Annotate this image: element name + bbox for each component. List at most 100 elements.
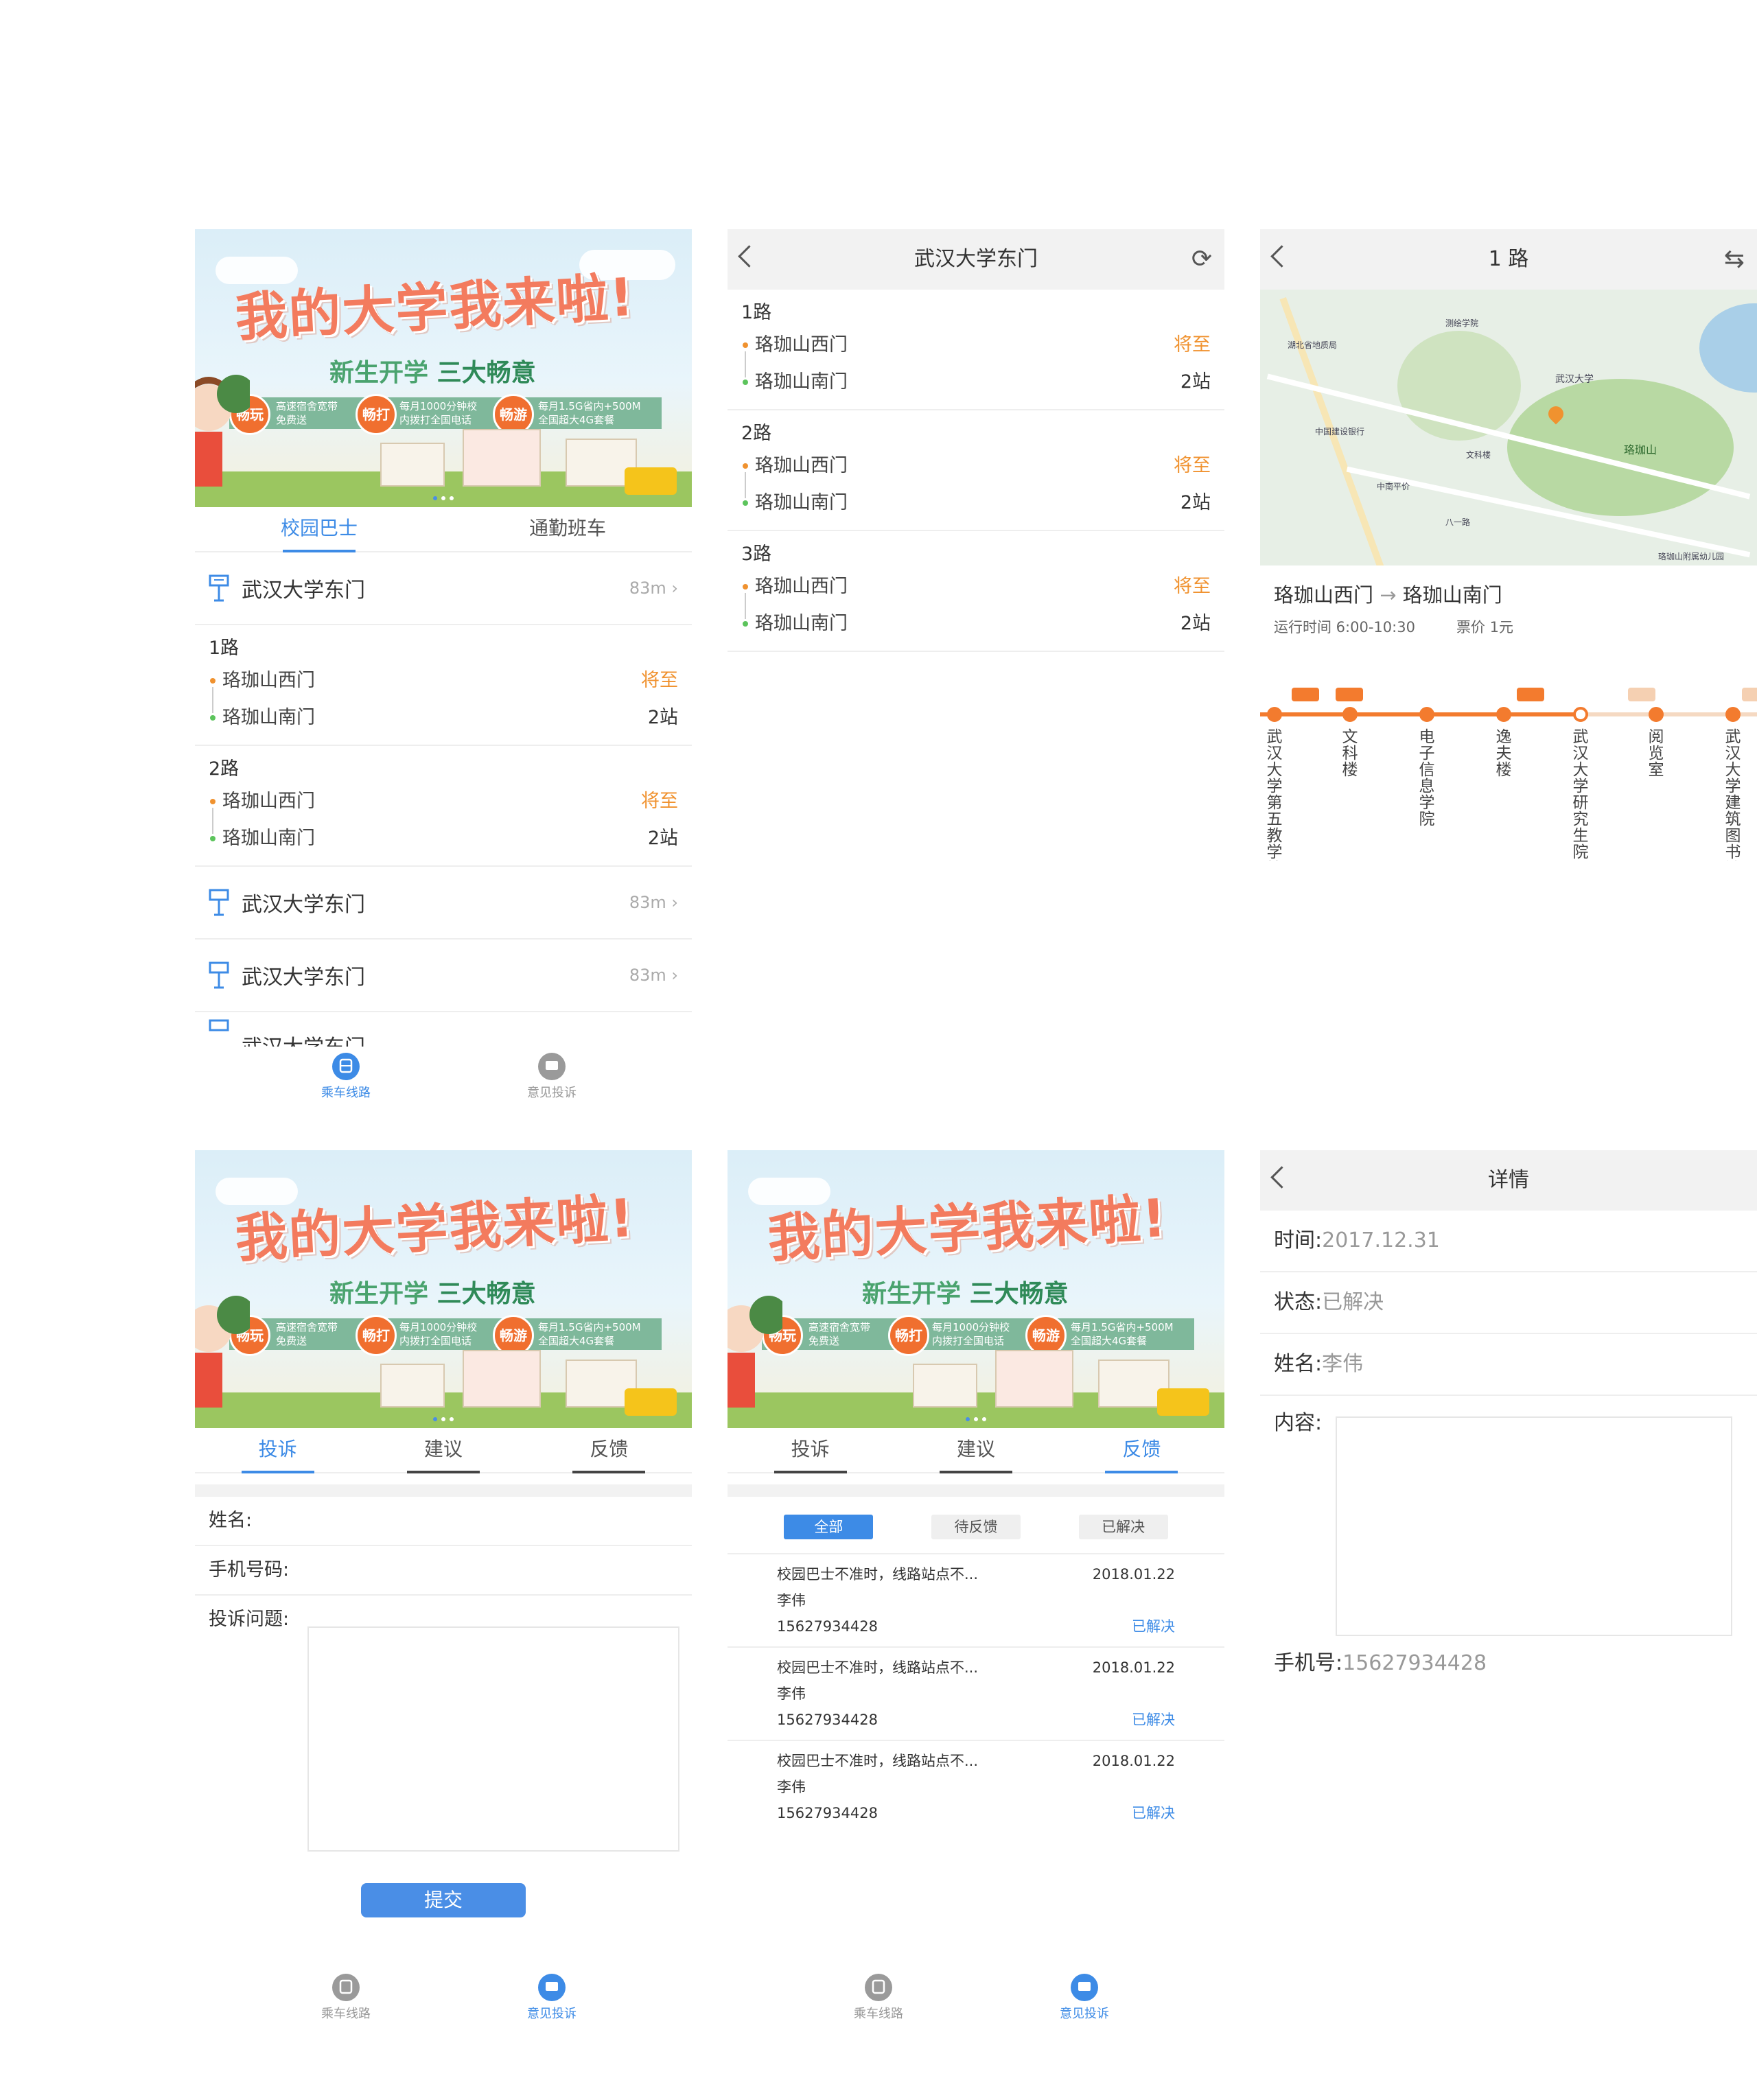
feedback-phone: 15627934428 — [777, 1618, 878, 1635]
building — [463, 1350, 541, 1408]
carousel-dots[interactable] — [964, 1411, 988, 1424]
stop-dot[interactable] — [1342, 707, 1358, 722]
map-label: 中南平价 — [1377, 482, 1410, 491]
feedback-name: 李伟 — [777, 1685, 806, 1702]
stop-dot[interactable] — [1419, 707, 1434, 722]
carousel-dots[interactable] — [431, 490, 456, 503]
feedback-phone: 15627934428 — [777, 1805, 878, 1821]
feedback-status: 已解决 — [1132, 1712, 1175, 1728]
header: 1 路 ⇆ — [1260, 229, 1757, 290]
tab-feedback[interactable]: 反馈 — [1059, 1428, 1224, 1473]
badge-call: 畅打 — [356, 1315, 397, 1356]
route-block[interactable]: 2路 珞珈山西门 将至 珞珈山南门 2站 — [728, 410, 1224, 531]
stop-dot[interactable] — [1725, 707, 1741, 722]
nav-routes[interactable]: 乘车线路 — [243, 1053, 449, 1108]
route-name: 1路 — [209, 638, 240, 659]
filter-all[interactable]: 全部 — [784, 1515, 874, 1539]
submit-button[interactable]: 提交 — [361, 1883, 526, 1917]
screen-feedback-detail: 详情 时间:2017.12.31 状态:已解决 姓名:李伟 内容: 手机号:15… — [1260, 1150, 1757, 1768]
nav-feedback[interactable]: 意见投诉 — [449, 1974, 655, 2029]
bus-stop-icon — [209, 961, 229, 989]
feedback-item[interactable]: 校园巴士不准时，线路站点不... 李伟 15627934428 2018.01.… — [728, 1741, 1224, 1833]
stop-dot[interactable] — [1267, 707, 1282, 722]
route-block[interactable]: 1路 珞珈山西门 将至 珞珈山南门 2站 — [728, 290, 1224, 410]
detail-content: 内容: — [1260, 1396, 1757, 1636]
stop-row: 珞珈山南门 2站 — [741, 485, 1211, 522]
feedback-item[interactable]: 校园巴士不准时，线路站点不... 李伟 15627934428 2018.01.… — [728, 1554, 1224, 1648]
map-label: 珞珈山附属幼儿园 — [1658, 552, 1725, 561]
station-name: 武汉大学东门 — [242, 1030, 678, 1047]
building — [380, 1364, 445, 1408]
badge-text: 每月1.5G省内+500M 全国超大4G套餐 — [538, 400, 641, 426]
route-map[interactable]: 武汉大学 珞珈山 湖北省地质局 中国建设银行 中南平价 八一路 文科楼 测绘学院… — [1260, 290, 1757, 565]
stop-name: 电子信息学院 — [1419, 728, 1435, 828]
carousel-dots[interactable] — [431, 1411, 456, 1424]
nav-feedback[interactable]: 意见投诉 — [981, 1974, 1187, 2029]
stop-row: 珞珈山南门 2站 — [209, 820, 678, 857]
nav-routes[interactable]: 乘车线路 — [243, 1974, 449, 2029]
phone-field[interactable]: 手机号码: — [195, 1546, 692, 1596]
badge-text: 每月1.5G省内+500M 全国超大4G套餐 — [1071, 1321, 1174, 1347]
promo-banner[interactable]: 我的大学我来啦! 新生开学 三大畅意 畅玩 高速宿舍宽带 免费送 畅打 每月100… — [195, 229, 692, 507]
route-block[interactable]: 2路 珞珈山西门 将至 珞珈山南门 2站 — [195, 746, 692, 867]
stop-dot-current[interactable] — [1573, 707, 1588, 722]
station-row[interactable]: 武汉大学东门 83m › — [195, 552, 692, 625]
name-field[interactable]: 姓名: — [195, 1497, 692, 1546]
back-icon[interactable] — [1270, 1166, 1293, 1189]
stop-row: 珞珈山西门 将至 — [209, 783, 678, 834]
stop-name: 阅览室 — [1648, 728, 1664, 779]
bottom-nav: 乘车线路 意见投诉 — [728, 1974, 1224, 2029]
stop-dot[interactable] — [1496, 707, 1511, 722]
tab-suggestion[interactable]: 建议 — [360, 1428, 526, 1473]
station-name: 武汉大学东门 — [242, 893, 365, 917]
badge-text: 每月1000分钟校 内拨打全国电话 — [399, 1321, 478, 1347]
station-distance: 83m › — [629, 893, 678, 912]
route-name: 1路 — [741, 302, 772, 323]
station-row[interactable]: 武汉大学东门 83m › — [195, 940, 692, 1012]
station-name: 武汉大学东门 — [242, 579, 365, 603]
feedback-item[interactable]: 校园巴士不准时，线路站点不... 李伟 15627934428 2018.01.… — [728, 1648, 1224, 1741]
tab-feedback[interactable]: 反馈 — [526, 1428, 692, 1473]
back-icon[interactable] — [738, 245, 760, 268]
stop-row: 珞珈山南门 2站 — [741, 605, 1211, 642]
chat-icon — [538, 1053, 566, 1080]
route-block[interactable]: 1路 珞珈山西门 将至 珞珈山南门 2站 — [195, 625, 692, 746]
issue-textarea[interactable] — [307, 1626, 679, 1852]
map-label: 湖北省地质局 — [1288, 340, 1338, 350]
swap-icon[interactable]: ⇆ — [1724, 229, 1745, 290]
bus-type-tabs: 校园巴士 通勤班车 — [195, 507, 692, 552]
bus-illustration — [625, 467, 677, 495]
nav-feedback[interactable]: 意见投诉 — [449, 1053, 655, 1108]
stop-dot[interactable] — [1649, 707, 1664, 722]
map-label: 中国建设银行 — [1315, 427, 1365, 436]
bus-marker-icon — [1742, 688, 1757, 701]
nav-routes[interactable]: 乘车线路 — [776, 1974, 981, 2029]
arrow-icon: → — [1380, 583, 1397, 607]
tab-complaint[interactable]: 投诉 — [728, 1428, 893, 1473]
feedback-name: 李伟 — [777, 1592, 806, 1609]
filter-pending[interactable]: 待反馈 — [931, 1515, 1021, 1539]
station-row-partial[interactable]: 武汉大学东门 — [195, 1012, 692, 1047]
tab-commute-bus[interactable]: 通勤班车 — [443, 507, 692, 551]
bus-marker-icon — [1336, 688, 1363, 701]
building — [380, 443, 445, 487]
badge-text: 每月1000分钟校 内拨打全国电话 — [399, 400, 478, 426]
back-icon[interactable] — [1270, 245, 1293, 268]
tab-campus-bus[interactable]: 校园巴士 — [195, 507, 443, 552]
filter-resolved[interactable]: 已解决 — [1078, 1515, 1168, 1539]
promo-banner[interactable]: 我的大学我来啦! 新生开学 三大畅意 畅玩 高速宿舍宽带 免费送 畅打 每月100… — [195, 1150, 692, 1428]
refresh-icon[interactable]: ⟳ — [1191, 229, 1212, 290]
route-info: 珞珈山西门 → 珞珈山南门 运行时间 6:00-10:30 票价 1元 — [1260, 565, 1757, 637]
promo-banner[interactable]: 我的大学我来啦! 新生开学 三大畅意 畅玩 高速宿舍宽带 免费送 畅打 每月100… — [728, 1150, 1224, 1428]
route-block[interactable]: 3路 珞珈山西门 将至 珞珈山南门 2站 — [728, 531, 1224, 652]
map-label: 武汉大学 — [1555, 374, 1594, 385]
bus-marker-icon — [1292, 688, 1319, 701]
station-row[interactable]: 武汉大学东门 83m › — [195, 867, 692, 940]
bus-marker-icon — [1628, 688, 1655, 701]
station-name: 武汉大学东门 — [242, 966, 365, 990]
tab-suggestion[interactable]: 建议 — [893, 1428, 1058, 1473]
stop-row: 珞珈山西门 将至 — [741, 568, 1211, 619]
tab-complaint[interactable]: 投诉 — [195, 1428, 360, 1473]
stop-name: 文科楼 — [1342, 728, 1358, 779]
bus-icon — [332, 1053, 360, 1080]
